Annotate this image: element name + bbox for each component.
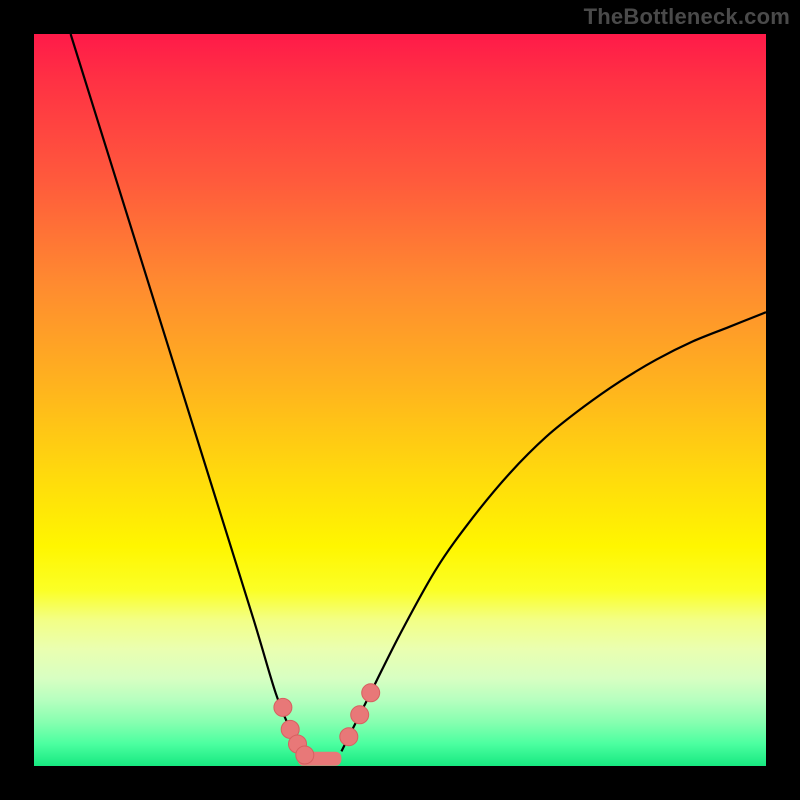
curve-lines bbox=[71, 34, 766, 751]
left-branch-line bbox=[71, 34, 302, 751]
data-marker bbox=[351, 706, 369, 724]
chart-frame: TheBottleneck.com bbox=[0, 0, 800, 800]
data-marker bbox=[296, 746, 314, 764]
bottleneck-curve bbox=[34, 34, 766, 766]
data-marker bbox=[362, 684, 380, 702]
right-branch-line bbox=[341, 312, 766, 751]
watermark-text: TheBottleneck.com bbox=[584, 4, 790, 30]
data-marker bbox=[340, 728, 358, 746]
data-marker bbox=[274, 698, 292, 716]
plot-area bbox=[34, 34, 766, 766]
